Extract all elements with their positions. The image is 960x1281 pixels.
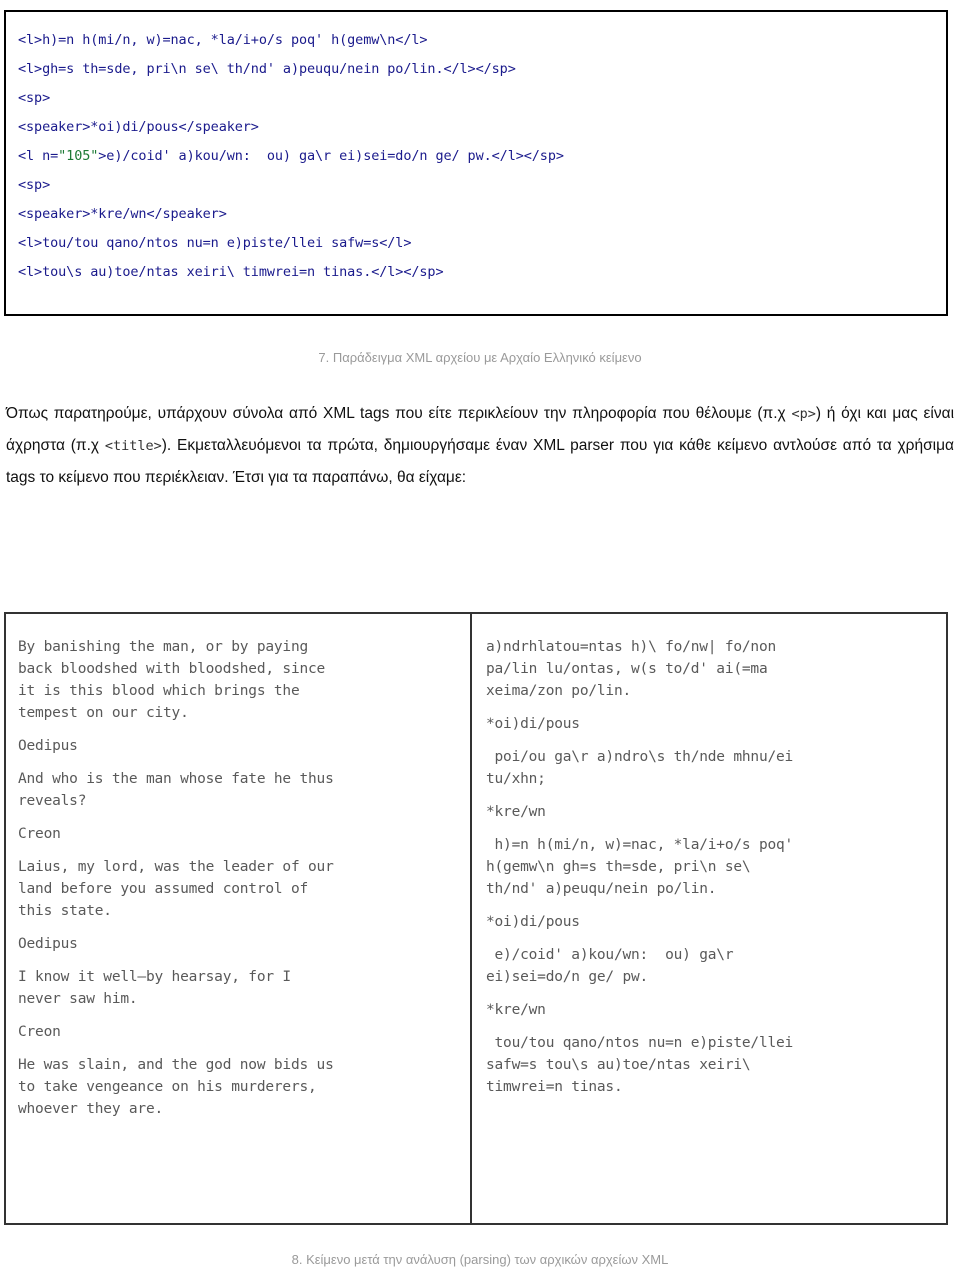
parsed-text-column-greek: a)ndrhlatou=ntas h)\ fo/nw| fo/non pa/li… [472, 614, 946, 1223]
parsed-paragraph: Laius, my lord, was the leader of our la… [18, 859, 334, 919]
parsed-speaker: *kre/wn [486, 1002, 546, 1018]
code-line: <l>tou/tou qano/ntos nu=n e)piste/llei s… [18, 235, 412, 251]
code-line: <l>tou\s au)toe/ntas xeiri\ timwrei=n ti… [18, 264, 444, 280]
code-line-suffix: >e)/coid' a)kou/wn: ou) ga\r ei)sei=do/n… [98, 148, 564, 164]
code-line: <l>h)=n h(mi/n, w)=nac, *la/i+o/s poq' h… [18, 32, 428, 48]
parsed-paragraph: By banishing the man, or by paying back … [18, 639, 326, 721]
parsed-paragraph: poi/ou ga\r a)ndro\s th/nde mhnu/ei tu/x… [486, 749, 794, 787]
parsed-paragraph: h)=n h(mi/n, w)=nac, *la/i+o/s poq' h(ge… [486, 837, 794, 897]
code-line: <speaker>*oi)di/pous</speaker> [18, 119, 259, 135]
parsed-speaker: Oedipus [18, 738, 78, 754]
parsed-paragraph: He was slain, and the god now bids us to… [18, 1057, 334, 1117]
code-line: <sp> [18, 90, 51, 106]
code-line: <sp> [18, 177, 51, 193]
parsed-paragraph: And who is the man whose fate he thus re… [18, 771, 334, 809]
xml-code-listing-box: <l>h)=n h(mi/n, w)=nac, *la/i+o/s poq' h… [4, 10, 948, 316]
code-line: <speaker>*kre/wn</speaker> [18, 206, 227, 222]
code-attribute-value: "105" [58, 148, 99, 164]
parsed-speaker: Oedipus [18, 936, 78, 952]
parsed-paragraph: e)/coid' a)kou/wn: ou) ga\r ei)sei=do/n … [486, 947, 734, 985]
parsed-speaker: *kre/wn [486, 804, 546, 820]
code-line-with-attribute: <l n="105">e)/coid' a)kou/wn: ou) ga\r e… [18, 142, 936, 171]
parsed-paragraph: a)ndrhlatou=ntas h)\ fo/nw| fo/non pa/li… [486, 639, 777, 699]
explanation-paragraph: Όπως παρατηρούμε, υπάρχουν σύνολα από XM… [6, 398, 954, 493]
paragraph-part-1: Όπως παρατηρούμε, υπάρχουν σύνολα από XM… [6, 405, 792, 422]
parsed-paragraph: I know it well—by hearsay, for I never s… [18, 969, 291, 1007]
parsed-text-column-english: By banishing the man, or by paying back … [6, 614, 472, 1223]
inline-code-title-tag: <title> [104, 438, 162, 454]
inline-code-p-tag: <p> [791, 406, 816, 422]
code-line: <l>gh=s th=sde, pri\n se\ th/nd' a)peuqu… [18, 61, 516, 77]
parsed-paragraph: tou/tou qano/ntos nu=n e)piste/llei safw… [486, 1035, 794, 1095]
code-line-prefix: <l n= [18, 148, 59, 164]
xml-code-listing-content: <l>h)=n h(mi/n, w)=nac, *la/i+o/s poq' h… [6, 12, 946, 293]
figure-caption-7: 7. Παράδειγμα XML αρχείου με Αρχαίο Ελλη… [318, 350, 642, 365]
parsed-speaker: Creon [18, 1024, 61, 1040]
figure-caption-8: 8. Κείμενο μετά την ανάλυση (parsing) τω… [291, 1252, 669, 1267]
parsed-text-box: By banishing the man, or by paying back … [4, 612, 948, 1225]
parsed-speaker: Creon [18, 826, 61, 842]
parsed-speaker: *oi)di/pous [486, 914, 580, 930]
parsed-speaker: *oi)di/pous [486, 716, 580, 732]
